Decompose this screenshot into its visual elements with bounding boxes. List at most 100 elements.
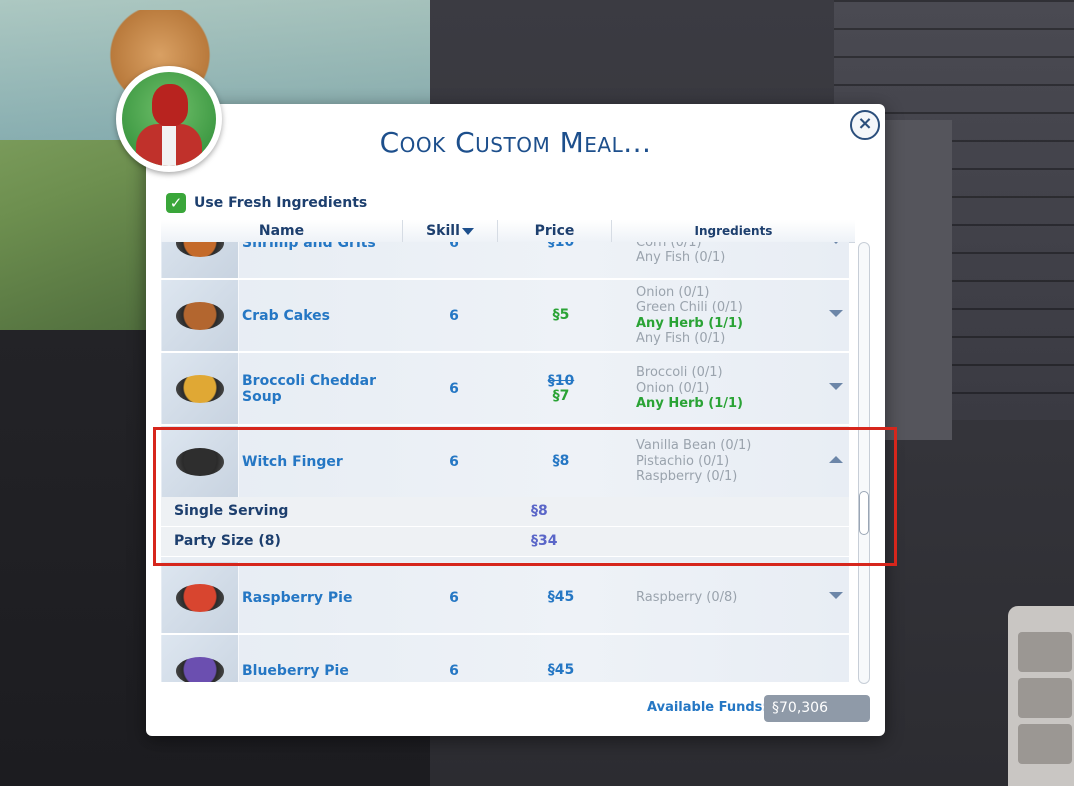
- recipe-name: Broccoli Cheddar Soup: [242, 353, 402, 424]
- recipe-skill: 6: [449, 307, 459, 324]
- chevron-down-icon[interactable]: [829, 242, 843, 244]
- recipe-name-text: Witch Finger: [242, 453, 343, 470]
- recipe-ingredients: [636, 635, 816, 682]
- recipe-ingredients: Raspberry (0/8): [636, 562, 816, 633]
- ingredient-item: Raspberry (0/8): [636, 589, 738, 605]
- serving-option-price: §8: [531, 503, 548, 519]
- side-panel-slot[interactable]: [1018, 724, 1072, 764]
- recipe-row[interactable]: Witch Finger 6 §8 Vanilla Bean (0/1) Pistach…: [161, 426, 849, 499]
- recipe-row[interactable]: Broccoli Cheddar Soup 6 §10 §7 Broccoli (0/1…: [161, 353, 849, 426]
- ingredient-item: Broccoli (0/1): [636, 365, 723, 381]
- recipe-row[interactable]: Crab Cakes 6 §5 Onion (0/1) Green Chili (0/1…: [161, 280, 849, 353]
- recipe-price: §45: [506, 562, 616, 633]
- recipe-ingredients: Broccoli (0/1) Onion (0/1) Any Herb (1/1): [636, 353, 816, 424]
- ingredient-item: Any Fish (0/1): [636, 331, 726, 346]
- recipe-price: §8: [506, 426, 616, 497]
- recipe-price: §5: [506, 280, 616, 351]
- recipe-ingredients: Vanilla Bean (0/1) Pistachio (0/1) Raspber…: [636, 426, 816, 497]
- side-panel-slot[interactable]: [1018, 678, 1072, 718]
- chevron-down-icon[interactable]: [829, 383, 843, 390]
- recipe-name: Shrimp and Grits: [242, 242, 402, 278]
- recipe-name-text: Blueberry Pie: [242, 662, 349, 679]
- serving-option-price: §34: [531, 533, 558, 549]
- dish-image: [176, 584, 224, 612]
- recipe-price: §10: [506, 242, 616, 278]
- recipe-name: Witch Finger: [242, 426, 402, 497]
- side-panel: [1008, 606, 1074, 786]
- column-header-skill[interactable]: Skill: [403, 220, 498, 242]
- column-header-name[interactable]: Name: [161, 220, 403, 242]
- recipe-price-current: §45: [547, 589, 575, 605]
- chevron-up-icon[interactable]: [829, 456, 843, 463]
- serving-option-row[interactable]: Party Size (8) §34: [161, 527, 849, 557]
- ingredient-item: Onion (0/1): [636, 284, 710, 300]
- dish-image: [176, 302, 224, 330]
- column-header-ingredients: Ingredients: [694, 224, 773, 238]
- check-icon[interactable]: ✓: [166, 193, 186, 213]
- table-header: Name Skill Price Ingredients: [161, 220, 855, 243]
- ingredient-item: Any Herb (1/1): [636, 396, 743, 412]
- side-panel-slot[interactable]: [1018, 632, 1072, 672]
- recipe-thumbnail: [162, 635, 239, 682]
- recipe-name: Blueberry Pie: [242, 635, 402, 682]
- recipe-price: §10 §7: [506, 353, 616, 424]
- recipe-list[interactable]: Shrimp and Grits 6 §10 Lemon (0/1)Corn (0/1…: [161, 242, 849, 682]
- background-cabinet: [880, 120, 952, 440]
- recipe-row[interactable]: Raspberry Pie 6 §45 Raspberry (0/8): [161, 562, 849, 635]
- recipe-skill: 6: [449, 662, 459, 679]
- ingredient-item: Corn (0/1): [636, 242, 702, 250]
- recipe-skill: 6: [449, 380, 459, 397]
- recipe-ingredients: Lemon (0/1)Corn (0/1)Any Fish (0/1): [636, 242, 816, 278]
- scrollbar[interactable]: [858, 242, 870, 684]
- ingredient-item: Green Chili (0/1): [636, 300, 743, 315]
- sort-desc-icon: [461, 227, 474, 235]
- recipe-row[interactable]: Blueberry Pie 6 §45: [161, 635, 849, 682]
- dish-image: [176, 242, 224, 257]
- recipe-price-original: §10: [547, 372, 575, 389]
- available-funds-value: §70,306: [764, 695, 870, 722]
- recipe-name-text: Crab Cakes: [242, 307, 331, 324]
- sim-avatar: [116, 66, 222, 172]
- recipe-price-current: §7: [552, 387, 570, 404]
- serving-option-row[interactable]: Single Serving §8: [161, 497, 849, 527]
- column-header-price[interactable]: Price: [498, 220, 612, 242]
- recipe-name-text: Shrimp and Grits: [242, 242, 376, 251]
- serving-option-label: Single Serving: [174, 503, 289, 519]
- dish-image: [176, 375, 224, 403]
- ingredient-item: Raspberry (0/1): [636, 469, 738, 485]
- serving-option-label: Party Size (8): [174, 533, 281, 549]
- recipe-name: Raspberry Pie: [242, 562, 402, 633]
- recipe-thumbnail: [162, 353, 239, 424]
- recipe-price-current: §45: [547, 662, 575, 678]
- fresh-ingredients-label: Use Fresh Ingredients: [194, 195, 368, 211]
- recipe-price-current: §5: [552, 307, 570, 323]
- ingredient-item: Vanilla Bean (0/1): [636, 438, 752, 454]
- recipe-ingredients: Onion (0/1) Green Chili (0/1) Any Herb (1/…: [636, 280, 816, 351]
- ingredient-item: Any Herb (1/1): [636, 315, 743, 331]
- chevron-down-icon[interactable]: [829, 592, 843, 599]
- dish-image: [176, 657, 224, 682]
- recipe-row[interactable]: Shrimp and Grits 6 §10 Lemon (0/1)Corn (0/1…: [161, 242, 849, 280]
- recipe-thumbnail: [162, 242, 239, 278]
- ingredient-item: Any Fish (0/1): [636, 250, 726, 266]
- cook-custom-meal-dialog: × Cook Custom Meal... ✓ Use Fresh Ingred…: [146, 104, 885, 736]
- recipe-price-current: §8: [552, 453, 570, 469]
- recipe-skill: 6: [449, 453, 459, 470]
- ingredient-item: Pistachio (0/1): [636, 453, 730, 469]
- recipe-name-text: Broccoli Cheddar Soup: [242, 372, 377, 405]
- fresh-ingredients-toggle[interactable]: ✓ Use Fresh Ingredients: [166, 192, 367, 214]
- recipe-thumbnail: [162, 426, 239, 497]
- available-funds-label: Available Funds:: [647, 700, 768, 715]
- recipe-name: Crab Cakes: [242, 280, 402, 351]
- recipe-name-text: Raspberry Pie: [242, 589, 353, 606]
- recipe-skill: 6: [449, 589, 459, 606]
- recipe-thumbnail: [162, 562, 239, 633]
- recipe-skill: 6: [449, 242, 459, 251]
- dish-image: [176, 448, 224, 476]
- ingredient-item: Onion (0/1): [636, 380, 710, 396]
- chevron-down-icon[interactable]: [829, 310, 843, 317]
- scrollbar-thumb[interactable]: [859, 491, 869, 535]
- recipe-thumbnail: [162, 280, 239, 351]
- dialog-title: Cook Custom Meal...: [379, 126, 652, 159]
- recipe-price-current: §10: [547, 242, 575, 250]
